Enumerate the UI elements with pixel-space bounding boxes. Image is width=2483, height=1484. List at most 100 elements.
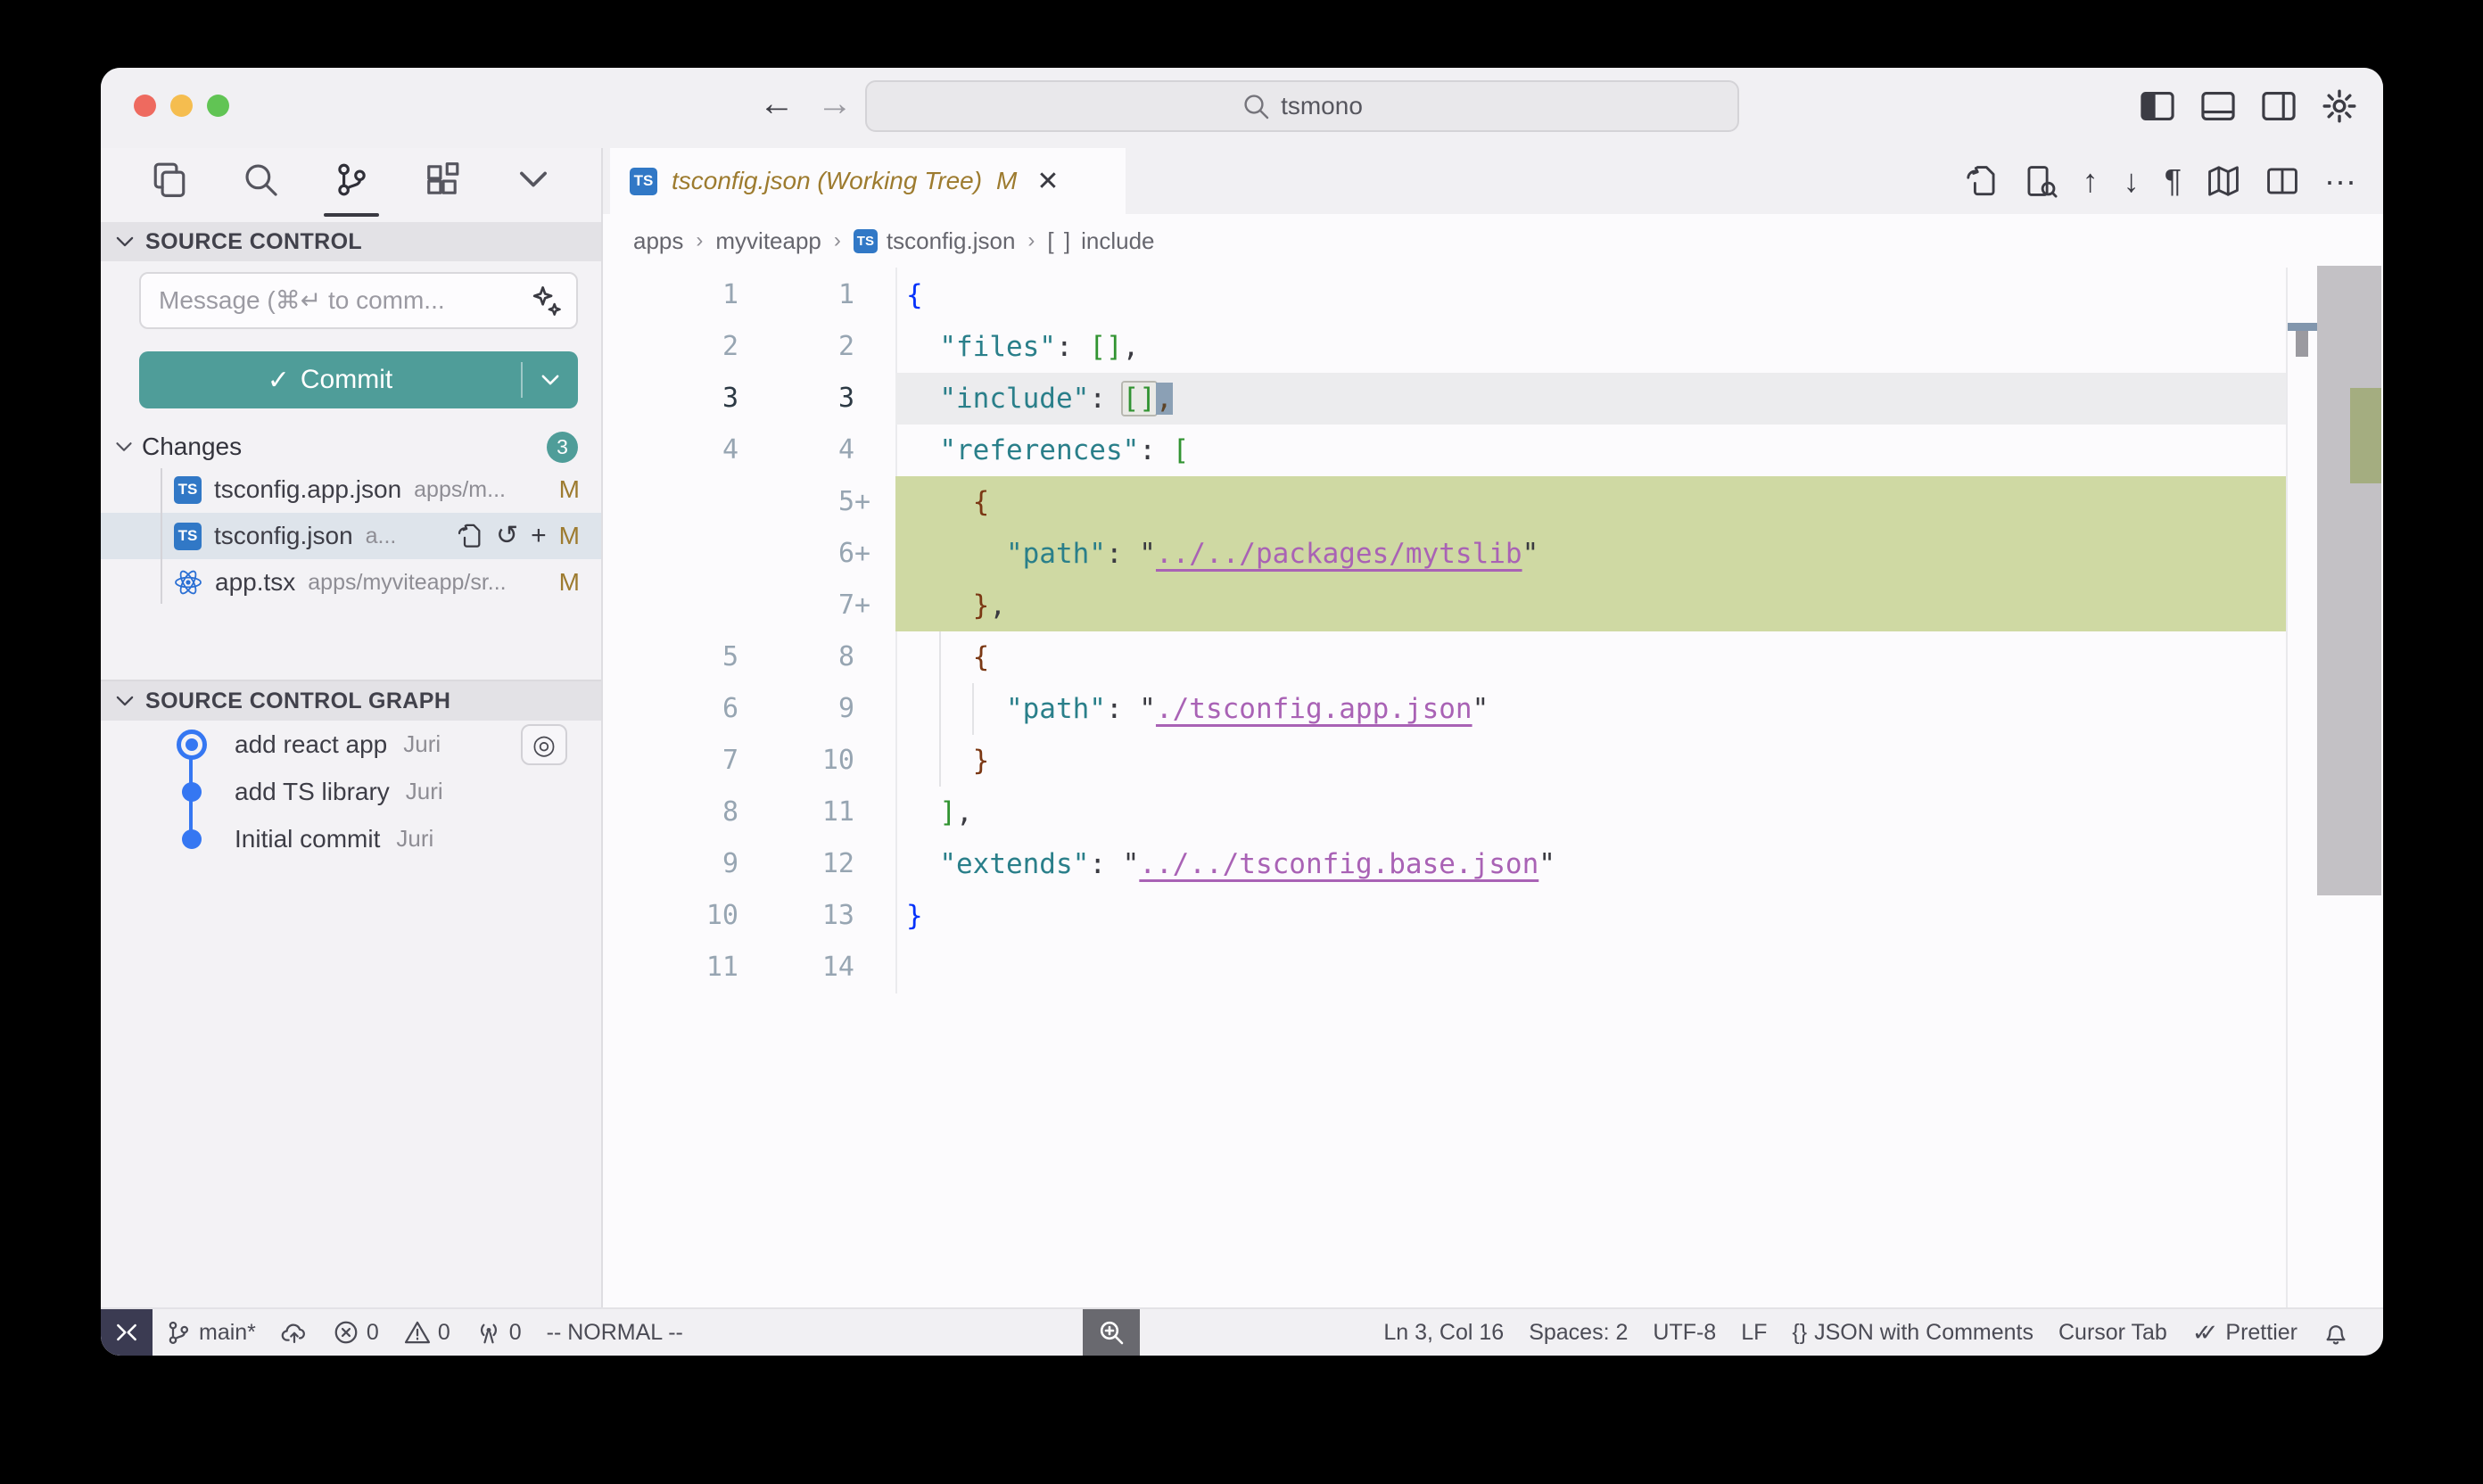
activity-item-extensions[interactable] bbox=[420, 153, 465, 210]
scrollbar-thumb[interactable] bbox=[2317, 266, 2381, 895]
bracket-match-box: [] bbox=[1123, 383, 1156, 415]
close-tab-icon[interactable]: ✕ bbox=[1036, 166, 1059, 197]
breadcrumb-item-apps[interactable]: apps bbox=[633, 227, 683, 255]
code-line[interactable]: 22 "files": [], bbox=[603, 321, 2383, 373]
line-number-original: 3 bbox=[603, 373, 738, 425]
token: "path" bbox=[1006, 693, 1106, 725]
open-changes-icon[interactable] bbox=[1965, 164, 1999, 198]
token bbox=[906, 641, 973, 673]
line-content: }, bbox=[895, 580, 2288, 631]
commit-row[interactable]: add TS libraryJuri bbox=[101, 768, 601, 815]
settings-gear-icon[interactable] bbox=[2321, 87, 2358, 125]
statusbar-item-cursor-tab[interactable]: Cursor Tab bbox=[2046, 1309, 2180, 1356]
statusbar-item[interactable] bbox=[2310, 1309, 2362, 1356]
code-line[interactable]: 44 "references": [ bbox=[603, 425, 2383, 476]
token bbox=[906, 848, 939, 880]
titlebar: ← → tsmono bbox=[101, 68, 2383, 148]
source-control-header[interactable]: SOURCE CONTROL bbox=[101, 222, 601, 261]
statusbar-item-0[interactable]: 0 bbox=[463, 1309, 534, 1356]
pilcrow-icon[interactable]: ¶ bbox=[2165, 165, 2182, 197]
source-control-graph-header[interactable]: SOURCE CONTROL GRAPH bbox=[101, 681, 601, 721]
file-row-tsconfig.app.json[interactable]: TStsconfig.app.jsonapps/m...M bbox=[101, 466, 601, 513]
editor-area: TS tsconfig.json (Working Tree) M ✕ ↑ ↓ ¶ ·… bbox=[603, 148, 2383, 1307]
app-window: ← → tsmono SOURCE CONTROL bbox=[101, 68, 2383, 1356]
double-check-icon: ✓✓ bbox=[2192, 1319, 2219, 1347]
code-line[interactable]: 912 "extends": "../../tsconfig.base.json… bbox=[603, 838, 2383, 890]
statusbar-item-spaces-2[interactable]: Spaces: 2 bbox=[1516, 1309, 1640, 1356]
commit-message-input[interactable] bbox=[139, 272, 578, 329]
activity-item-chevron-down[interactable] bbox=[511, 153, 556, 210]
statusbar-item-prettier[interactable]: ✓✓Prettier bbox=[2180, 1309, 2310, 1356]
back-button[interactable]: ← bbox=[752, 84, 802, 124]
statusbar-item-json-with-comments[interactable]: {}JSON with Comments bbox=[1779, 1309, 2046, 1356]
line-number-original: 2 bbox=[603, 321, 738, 373]
statusbar-item--normal-[interactable]: -- NORMAL -- bbox=[534, 1309, 696, 1356]
file-row-tsconfig.json[interactable]: TStsconfig.jsona...↺+M bbox=[101, 513, 601, 559]
status-badge: M bbox=[559, 475, 580, 504]
statusbar-item-utf-8[interactable]: UTF-8 bbox=[1640, 1309, 1728, 1356]
code-line[interactable]: 33 "include": [], bbox=[603, 373, 2383, 425]
statusbar-item-main-[interactable]: main* bbox=[153, 1309, 268, 1356]
activity-item-source-control[interactable] bbox=[329, 153, 374, 210]
code-line[interactable]: 710 } bbox=[603, 735, 2383, 787]
changes-header[interactable]: Changes 3 bbox=[101, 427, 601, 466]
toggle-primary-sidebar-icon[interactable] bbox=[2139, 87, 2176, 125]
commit-row[interactable]: add react appJuri◎ bbox=[101, 721, 601, 768]
breadcrumb-item-myviteapp[interactable]: myviteapp bbox=[715, 227, 821, 255]
file-row-app.tsx[interactable]: app.tsxapps/myviteapp/sr...M bbox=[101, 559, 601, 606]
tab-tsconfig-working-tree[interactable]: TS tsconfig.json (Working Tree) M ✕ bbox=[610, 148, 1126, 214]
zoom-window-button[interactable] bbox=[207, 95, 229, 117]
activity-item-search[interactable] bbox=[238, 153, 283, 210]
token: : bbox=[1139, 434, 1172, 466]
cloud-upload-icon bbox=[281, 1319, 308, 1346]
inline-view-icon[interactable] bbox=[2024, 164, 2058, 198]
token: ../../packages/mytslib bbox=[1156, 538, 1522, 570]
typescript-file-icon: TS bbox=[174, 523, 202, 550]
discard-icon[interactable]: ↺ bbox=[496, 523, 518, 549]
statusbar-item-lf[interactable]: LF bbox=[1728, 1309, 1779, 1356]
toggle-panel-icon[interactable] bbox=[2199, 87, 2237, 125]
commit-dropdown-button[interactable] bbox=[521, 362, 578, 398]
code-editor[interactable]: 11{22 "files": [],33 "include": [],44 "r… bbox=[603, 268, 2383, 993]
activity-item-files[interactable] bbox=[147, 153, 192, 210]
arrow-down-icon[interactable]: ↓ bbox=[2124, 165, 2140, 197]
commit-button-label: Commit bbox=[301, 365, 392, 395]
status-badge: M bbox=[559, 522, 580, 550]
statusbar-item-0[interactable]: 0 bbox=[320, 1309, 392, 1356]
statusbar-item[interactable] bbox=[268, 1309, 320, 1356]
minimize-window-button[interactable] bbox=[170, 95, 193, 117]
statusbar-item-0[interactable]: 0 bbox=[392, 1309, 463, 1356]
checkout-target-button[interactable]: ◎ bbox=[521, 724, 567, 765]
code-line[interactable]: 6+ "path": "../../packages/mytslib" bbox=[603, 528, 2383, 580]
open-file-icon[interactable] bbox=[457, 523, 483, 549]
code-line[interactable]: 1114 bbox=[603, 942, 2383, 993]
breadcrumb-item-include[interactable]: [ ]include bbox=[1047, 227, 1154, 255]
code-line[interactable]: 811 ], bbox=[603, 787, 2383, 838]
code-line[interactable]: 58 { bbox=[603, 631, 2383, 683]
code-line[interactable]: 69 "path": "./tsconfig.app.json" bbox=[603, 683, 2383, 735]
breadcrumb-item-tsconfig.json[interactable]: TStsconfig.json bbox=[854, 227, 1016, 255]
commit-row[interactable]: Initial commitJuri bbox=[101, 815, 601, 862]
command-center-search[interactable]: tsmono bbox=[865, 80, 1739, 132]
statusbar-item-ln-3-col-16[interactable]: Ln 3, Col 16 bbox=[1371, 1309, 1516, 1356]
toggle-secondary-sidebar-icon[interactable] bbox=[2260, 87, 2297, 125]
file-name: tsconfig.app.json bbox=[214, 475, 401, 504]
split-editor-icon[interactable] bbox=[2265, 164, 2299, 198]
code-line[interactable]: 1013} bbox=[603, 890, 2383, 942]
error-icon bbox=[333, 1319, 359, 1346]
arrow-up-icon[interactable]: ↑ bbox=[2083, 165, 2099, 197]
code-line[interactable]: 5+ { bbox=[603, 476, 2383, 528]
forward-button[interactable]: → bbox=[810, 84, 860, 124]
remote-indicator[interactable] bbox=[101, 1309, 153, 1356]
code-line[interactable]: 11{ bbox=[603, 269, 2383, 321]
commit-button[interactable]: ✓ Commit bbox=[139, 351, 578, 408]
zoom-mode-indicator[interactable] bbox=[1083, 1309, 1140, 1356]
stage-icon[interactable]: + bbox=[531, 523, 547, 549]
token: : bbox=[1106, 693, 1139, 725]
code-line[interactable]: 7+ }, bbox=[603, 580, 2383, 631]
sparkle-ai-icon[interactable] bbox=[530, 284, 562, 317]
token bbox=[906, 538, 1006, 570]
more-icon[interactable]: ··· bbox=[2324, 165, 2356, 197]
close-window-button[interactable] bbox=[134, 95, 156, 117]
map-icon[interactable] bbox=[2207, 164, 2240, 198]
